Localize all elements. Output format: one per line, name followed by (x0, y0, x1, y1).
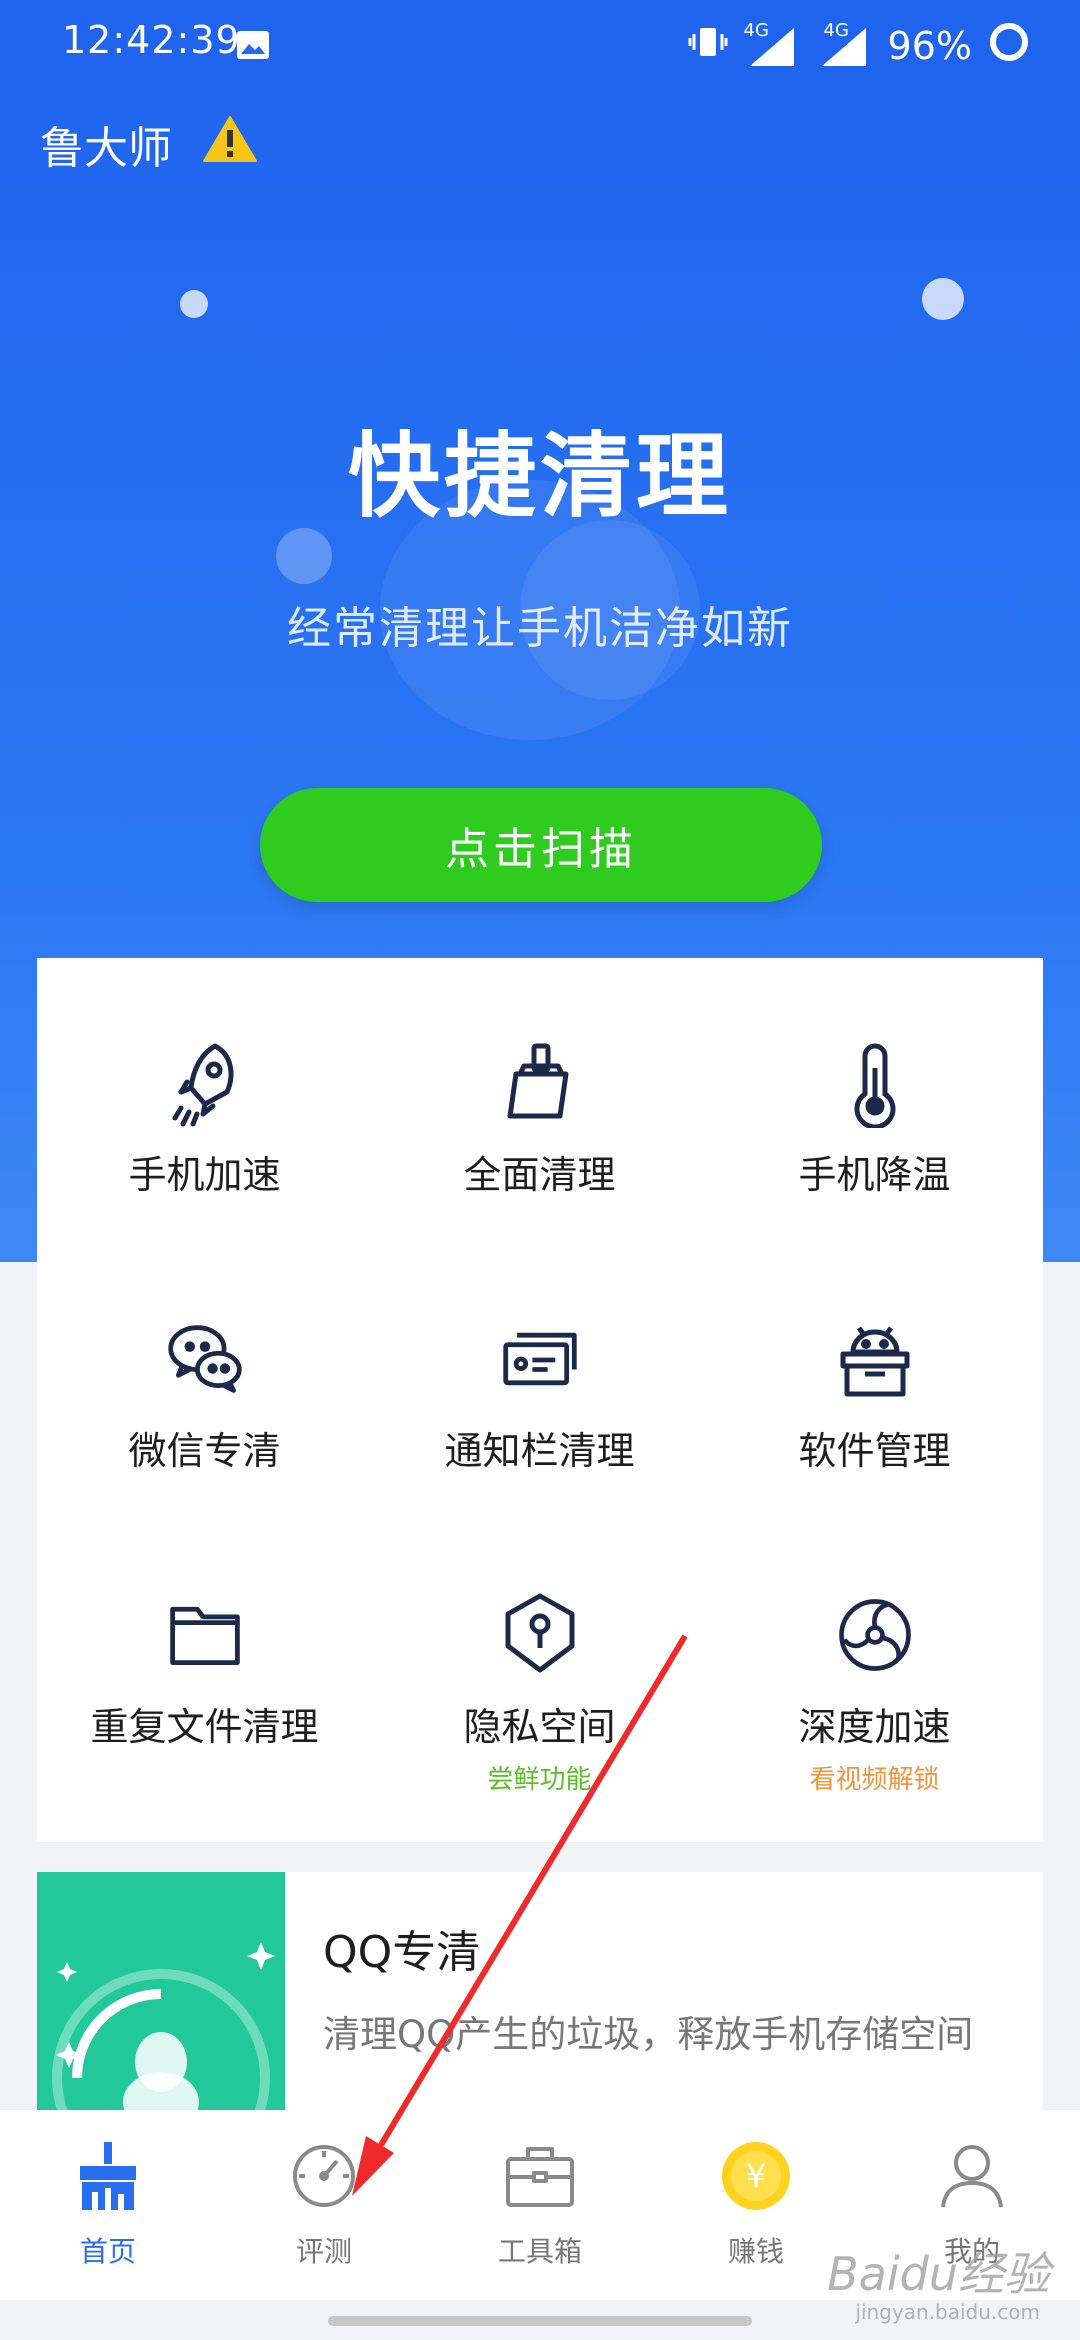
tool-privacy-space[interactable]: 隐私空间 尝鲜功能 (372, 1510, 707, 1795)
tool-notification-clean[interactable]: 通知栏清理 (372, 1234, 707, 1510)
tab-label: 评测 (295, 2235, 352, 2268)
tools-panel: 手机加速 全面清理 手机降温 微信专清 通知栏清理 软件管理 重复文件清理 隐私… (37, 958, 1043, 1842)
app-name: 鲁大师 (40, 123, 172, 174)
shield-keyhole-icon (500, 1590, 580, 1680)
gallery-notification-icon (236, 30, 270, 64)
tab-label: 工具箱 (497, 2235, 582, 2268)
watermark-logo: Baidu经验 (827, 2247, 1050, 2301)
tool-label: 深度加速 (798, 1705, 951, 1749)
tool-deep-speedup[interactable]: 深度加速 看视频解锁 (707, 1510, 1042, 1795)
promo-description: 清理QQ产生的垃圾，释放手机存储空间 (323, 2013, 974, 2056)
tool-phone-cooling[interactable]: 手机降温 (707, 958, 1042, 1234)
hero-subtitle: 经常清理让手机洁净如新 (287, 603, 793, 654)
wechat-icon (165, 1314, 245, 1404)
android-box-icon (835, 1314, 915, 1404)
battery-percent: 96% (887, 24, 972, 68)
tool-app-manager[interactable]: 软件管理 (707, 1234, 1042, 1510)
tool-label: 微信专清 (128, 1429, 281, 1473)
tab-home[interactable]: 首页 (0, 2140, 216, 2270)
signal-icon: 4G (744, 20, 800, 68)
qq-thumbnail (37, 1872, 285, 2112)
tool-full-clean[interactable]: 全面清理 (372, 958, 707, 1234)
coin-icon: ¥ (720, 2140, 792, 2212)
thermometer-icon (835, 1038, 915, 1128)
tab-toolbox[interactable]: 工具箱 (432, 2140, 648, 2270)
toolbox-icon (504, 2140, 576, 2212)
tool-sub-label: 看视频解锁 (809, 1765, 940, 1795)
network-type-label: 4G (743, 20, 769, 41)
vibrate-icon (688, 22, 728, 71)
speedometer-icon (288, 2140, 360, 2212)
tab-review[interactable]: 评测 (216, 2140, 432, 2270)
tool-wechat-clean[interactable]: 微信专清 (37, 1234, 372, 1510)
tab-label: 赚钱 (727, 2235, 784, 2268)
decor-dot (276, 528, 332, 584)
watermark-url: jingyan.baidu.com (855, 2300, 1040, 2324)
scan-button[interactable]: 点击扫描 (260, 788, 822, 902)
broom-icon (500, 1038, 580, 1128)
network-type-label: 4G (823, 20, 849, 41)
tool-label: 全面清理 (463, 1153, 616, 1197)
tool-label: 手机加速 (128, 1153, 281, 1197)
tool-duplicate-files[interactable]: 重复文件清理 (37, 1510, 372, 1786)
broom-chart-icon (72, 2140, 144, 2212)
tool-label: 隐私空间 (463, 1705, 616, 1749)
status-right-group: 4G 4G 96% (688, 18, 1030, 74)
tool-label: 通知栏清理 (444, 1429, 635, 1473)
signal-icon: 4G (816, 20, 872, 68)
tool-label: 手机降温 (798, 1153, 951, 1197)
qq-clean-card[interactable]: QQ专清 清理QQ产生的垃圾，释放手机存储空间 (37, 1872, 1043, 2112)
tool-phone-speedup[interactable]: 手机加速 (37, 958, 372, 1234)
fan-icon (835, 1590, 915, 1680)
promo-title: QQ专清 (323, 1927, 481, 1978)
tool-sub-label: 尝鲜功能 (487, 1765, 592, 1795)
tool-label: 软件管理 (798, 1429, 951, 1473)
notification-card-icon (500, 1314, 580, 1404)
status-bar: 12:42:39 4G 4G 96% (0, 0, 1080, 92)
decor-dot (922, 278, 964, 320)
warning-icon[interactable] (202, 114, 258, 175)
folder-icon (165, 1590, 245, 1680)
rocket-icon (165, 1038, 245, 1128)
user-icon (936, 2140, 1008, 2212)
status-time: 12:42:39 (62, 18, 241, 62)
svg-text:¥: ¥ (746, 2157, 766, 2195)
battery-ring-icon (988, 21, 1030, 72)
app-brand: 鲁大师 (40, 112, 258, 176)
tool-label: 重复文件清理 (90, 1705, 319, 1749)
home-indicator[interactable] (328, 2316, 752, 2326)
hero-title: 快捷清理 (347, 423, 732, 530)
tab-label: 首页 (79, 2235, 136, 2268)
decor-dot (180, 290, 208, 318)
